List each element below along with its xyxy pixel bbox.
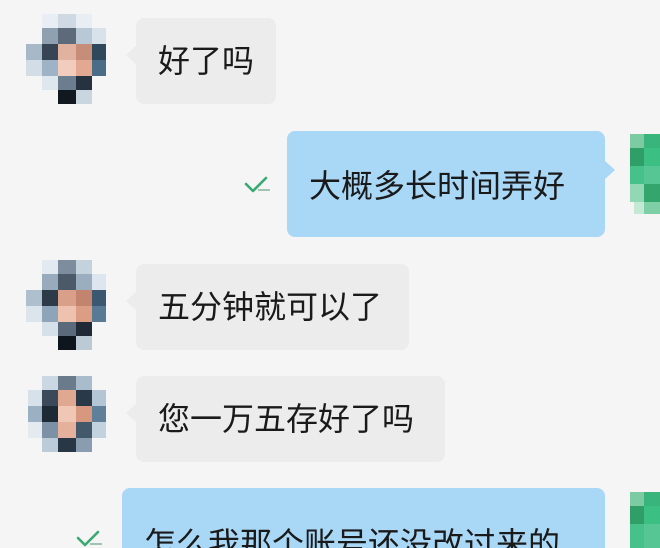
self-avatar[interactable] <box>616 486 660 548</box>
incoming-message[interactable]: 五分钟就可以了 <box>126 264 409 350</box>
message-text: 怎么我那个账号还没改过来的 <box>144 525 561 548</box>
message-text: 您一万五存好了吗 <box>158 400 415 438</box>
read-check-icon <box>76 530 102 547</box>
chat-conversation: 好了吗 大概多长时间弄好 五分钟就可以了 您一万五存好了吗 怎么我那个账号还没改… <box>0 0 660 548</box>
contact-avatar[interactable] <box>24 14 116 106</box>
self-avatar[interactable] <box>616 128 660 228</box>
outgoing-message[interactable]: 怎么我那个账号还没改过来的 <box>122 488 605 548</box>
read-check-icon <box>244 176 270 193</box>
message-text: 五分钟就可以了 <box>158 288 383 326</box>
message-text: 好了吗 <box>158 42 255 80</box>
outgoing-message[interactable]: 大概多长时间弄好 <box>287 131 615 237</box>
message-text: 大概多长时间弄好 <box>309 167 566 205</box>
contact-avatar[interactable] <box>24 372 116 464</box>
contact-avatar[interactable] <box>24 260 116 352</box>
incoming-message[interactable]: 好了吗 <box>126 18 276 104</box>
incoming-message[interactable]: 您一万五存好了吗 <box>126 376 445 462</box>
